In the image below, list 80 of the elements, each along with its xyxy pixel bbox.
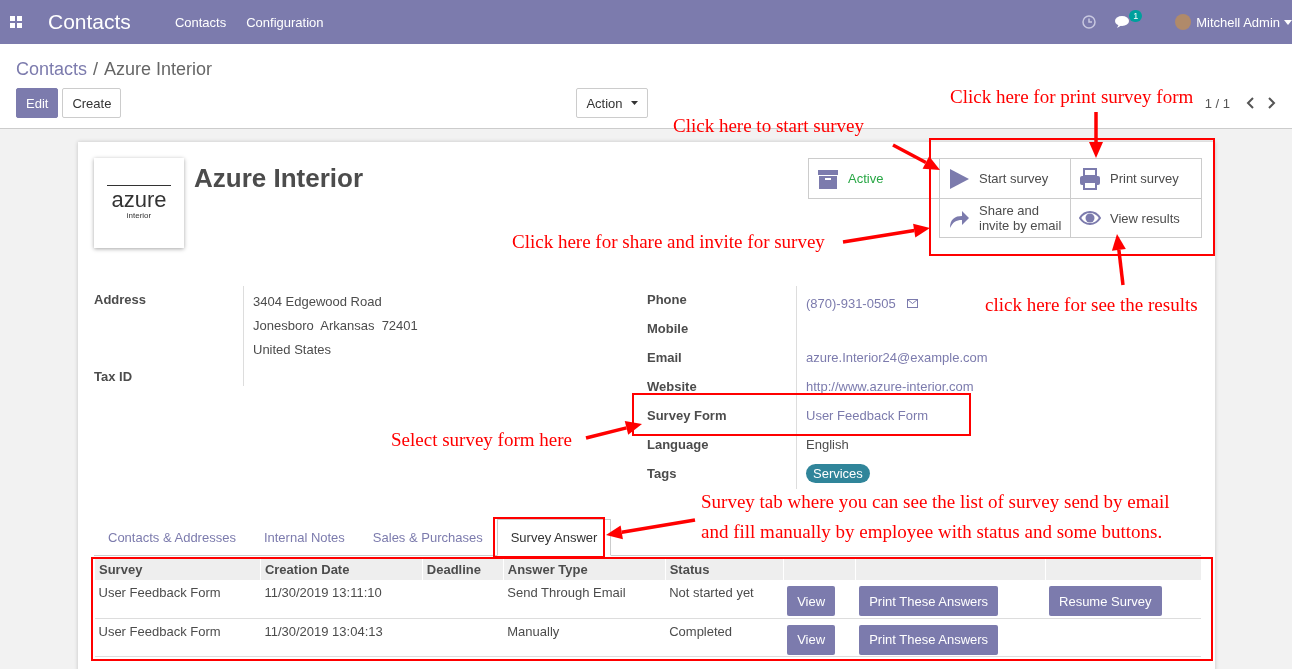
smart-button[interactable]: Share and invite by email <box>939 198 1071 238</box>
smart-button[interactable]: View results <box>1070 198 1202 238</box>
table-cell: 11/30/2019 13:11:10 <box>260 580 423 618</box>
annotation-arrow <box>585 421 642 440</box>
tab[interactable]: Contacts & Addresses <box>94 519 250 556</box>
field-label: Website <box>647 373 797 402</box>
previous-icon[interactable] <box>1246 97 1254 109</box>
clock-icon[interactable] <box>1082 15 1097 29</box>
field-value: English <box>806 437 849 452</box>
column-header: Creation Date <box>260 559 423 580</box>
table-cell: User Feedback Form <box>94 618 261 656</box>
user-name[interactable]: Mitchell Admin <box>1196 14 1280 30</box>
breadcrumb-separator: / <box>93 58 99 80</box>
column-header: Survey <box>94 559 261 580</box>
table-cell: 11/30/2019 13:04:13 <box>260 618 423 656</box>
annotation-text: Click here to start survey <box>673 114 864 138</box>
menu-item[interactable]: Contacts <box>174 14 227 30</box>
field-link[interactable]: http://www.azure-interior.com <box>806 379 974 394</box>
table-cell: Not started yet <box>665 580 784 618</box>
field-label: Address <box>94 286 244 357</box>
tag-chip: Services <box>806 464 870 483</box>
tab[interactable]: Survey Answer <box>496 519 612 556</box>
field-label: Language <box>647 431 797 460</box>
field-label: Email <box>647 344 797 373</box>
tab[interactable]: Sales & Purchases <box>358 519 497 556</box>
logo-wordmark: azure <box>107 185 171 211</box>
column-header: Deadline <box>422 559 504 580</box>
annotation-arrow <box>1089 112 1103 158</box>
app-title: Contacts <box>48 10 131 34</box>
annotation-text: Select survey form here <box>391 428 572 452</box>
create-button[interactable]: Create <box>62 88 122 118</box>
table-cell: User Feedback Form <box>94 580 261 618</box>
annotation-text: click here for see the results <box>985 293 1198 317</box>
field-label: Tax ID <box>94 357 244 386</box>
breadcrumb-link[interactable]: Contacts <box>16 58 88 80</box>
pager-counter: 1 / 1 <box>1204 95 1230 111</box>
annotation-arrow <box>892 143 940 170</box>
message-count-badge: 1 <box>1129 10 1143 22</box>
tab[interactable]: Internal Notes <box>249 519 359 556</box>
smart-button[interactable]: Print survey <box>1070 158 1202 199</box>
annotation-text: Survey tab where you can see the list of survey send by email and fill manually by employee with status and some buttons. <box>701 490 1171 544</box>
field-label: Phone <box>647 286 797 315</box>
next-icon[interactable] <box>1268 97 1276 109</box>
user-avatar <box>1175 14 1192 30</box>
address-line: 3404 Edgewood Road <box>253 294 383 309</box>
caret-icon[interactable] <box>1284 19 1292 25</box>
column-header: Status <box>665 559 784 580</box>
table-cell: Completed <box>665 618 784 656</box>
annotation-text: Click here for print survey form <box>950 85 1194 109</box>
annotation-text: Click here for share and invite for survey <box>512 230 825 254</box>
field-label: Tags <box>647 460 797 489</box>
field-link[interactable]: azure.Interior24@example.com <box>806 350 988 365</box>
address-line: Jonesboro Arkansas 72401 <box>253 318 418 333</box>
address-line: United States <box>253 342 333 357</box>
logo-subtitle: interior <box>126 211 152 221</box>
column-header: Answer Type <box>503 559 666 580</box>
annotation-arrow <box>1111 234 1126 286</box>
record-title: Azure Interior <box>194 163 364 195</box>
phone-link[interactable]: (870)-931-0505 <box>806 296 896 311</box>
printer-icon <box>1079 167 1101 190</box>
caret-icon <box>630 101 638 105</box>
envelope-icon[interactable] <box>906 299 918 308</box>
active-toggle-button[interactable]: Active <box>808 158 940 199</box>
menu-item[interactable]: Configuration <box>246 14 324 30</box>
field-label: Survey Form <box>647 402 797 431</box>
row-action-button[interactable]: View <box>787 586 836 616</box>
archive-icon <box>817 167 839 190</box>
table-cell: Send Through Email <box>503 580 666 618</box>
row-action-button[interactable]: Print These Answers <box>859 624 999 655</box>
edit-button[interactable]: Edit <box>16 88 59 118</box>
play-icon <box>948 167 970 190</box>
field-label: Mobile <box>647 315 797 344</box>
row-action-button[interactable]: Resume Survey <box>1049 586 1162 616</box>
breadcrumb-current: Azure Interior <box>104 58 213 80</box>
row-action-button[interactable]: View <box>787 624 836 655</box>
row-action-button[interactable]: Print These Answers <box>859 586 999 616</box>
action-dropdown-button[interactable]: Action <box>576 88 648 118</box>
field-link[interactable]: User Feedback Form <box>806 408 929 423</box>
apps-menu-icon[interactable] <box>10 16 22 28</box>
table-cell: Manually <box>503 618 666 656</box>
